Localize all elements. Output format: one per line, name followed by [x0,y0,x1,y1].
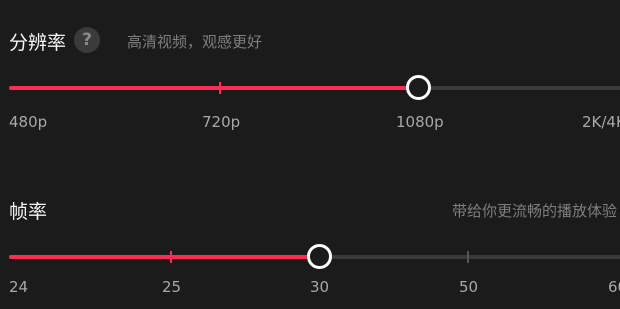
frame-rate-slider-fill [9,255,319,259]
frame-rate-tick-25 [170,251,172,263]
frame-rate-option-25[interactable]: 25 [162,278,181,296]
frame-rate-option-30[interactable]: 30 [310,278,329,296]
resolution-tick-720p [219,82,221,94]
resolution-option-1080p[interactable]: 1080p [396,113,444,131]
frame-rate-slider-thumb[interactable] [307,244,332,269]
frame-rate-option-50[interactable]: 50 [459,278,478,296]
settings-panel: 分辨率 ? 高清视频，观感更好 480p 720p 1080p 2K/4K 帧率… [0,0,620,309]
resolution-option-480p[interactable]: 480p [9,113,47,131]
frame-rate-option-24[interactable]: 24 [9,278,28,296]
resolution-option-2k4k[interactable]: 2K/4K [582,113,620,131]
question-mark-icon[interactable]: ? [74,27,100,53]
resolution-subtitle: 高清视频，观感更好 [127,33,263,51]
resolution-section: 分辨率 ? 高清视频，观感更好 480p 720p 1080p 2K/4K [0,0,620,150]
frame-rate-title: 帧率 [9,201,48,223]
resolution-title: 分辨率 [9,32,67,54]
frame-rate-subtitle: 带给你更流畅的播放体验 [452,202,618,220]
frame-rate-section: 帧率 带给你更流畅的播放体验 24 25 30 50 60 [0,150,620,309]
resolution-slider-track[interactable] [9,82,620,94]
frame-rate-tick-50 [467,251,469,263]
resolution-slider-fill [9,86,419,90]
frame-rate-option-60[interactable]: 60 [608,278,620,296]
resolution-slider-thumb[interactable] [406,75,431,100]
resolution-option-720p[interactable]: 720p [202,113,240,131]
